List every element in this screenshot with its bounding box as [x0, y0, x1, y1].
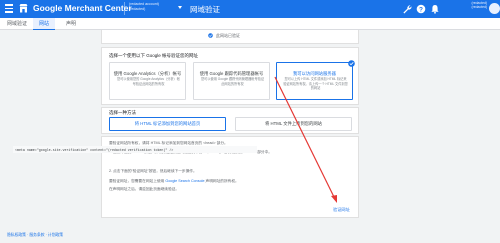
- search-console-link[interactable]: Google Search Console: [165, 179, 204, 183]
- verification-meta-tag[interactable]: <meta name="google-site-verification" co…: [13, 146, 257, 153]
- top-app-bar: Google Merchant Center (redacted account…: [0, 0, 500, 18]
- help-icon[interactable]: ?: [416, 4, 426, 14]
- meta-tag-code: <meta name="google-site-verification" co…: [15, 147, 174, 152]
- user-email: (redacted): [471, 5, 487, 10]
- instructions-step2: 2. 点击下面的“验证网址”按钮，然后继续下一步操作。: [109, 169, 197, 173]
- merchant-center-logo-icon: [19, 4, 28, 13]
- user-info[interactable]: (redacted) (redacted): [443, 1, 487, 17]
- method-choice-card: 选择一种方法 将 HTML 标记添加到您的网站首页 将 HTML 文件上传到您的…: [101, 107, 359, 134]
- option-description: 您可以使用 Google 跟踪代码管理器帐号验证此网站的所有权: [200, 77, 265, 86]
- account-caret-icon[interactable]: [178, 6, 182, 9]
- method-choice-title: 选择一种方法: [109, 110, 136, 115]
- hamburger-menu-icon[interactable]: [5, 4, 13, 13]
- tab-claim[interactable]: 声明: [60, 18, 82, 30]
- account-switcher[interactable]: (redacted account) (redacted): [124, 2, 176, 15]
- avatar[interactable]: [489, 3, 500, 14]
- note1-prefix: 要验证网址，您需要在网站上使用: [109, 179, 166, 183]
- notifications-icon[interactable]: [430, 4, 440, 14]
- option-google-analytics[interactable]: 使用 Google Analytics（分析）帐号 您可以使用您的 Google…: [109, 62, 186, 100]
- tab-bar: 网域验证 网站 声明: [0, 18, 500, 30]
- instructions-note1: 要验证网址，您需要在网站上使用 Google Search Console 声明…: [109, 179, 239, 184]
- account-id: (redacted): [129, 6, 146, 11]
- instructions-note2: 在声明网址之后，请返回此页面继续验证。: [109, 187, 180, 191]
- option-description: 您可以上传 HTML 文件或添加 HTML 标记来验证网站所有权。请上传一个 H…: [283, 77, 348, 90]
- option-tag-manager[interactable]: 使用 Google 跟踪代码管理器帐号 您可以使用 Google 跟踪代码管理器…: [193, 62, 270, 100]
- selected-check-icon: [348, 60, 355, 67]
- tab-domain-verification[interactable]: 网域验证: [2, 18, 32, 30]
- verification-methods-card: 选择一个使用以下 Google 帐号验证您的网址 使用 Google Analy…: [101, 47, 359, 105]
- verification-status-card: 此网站已验证: [101, 30, 359, 44]
- verified-note: 此网站已验证: [216, 33, 240, 38]
- option-description: 您可以使用您的 Google Analytics（分析）帐号验证此网站的所有权: [117, 77, 180, 86]
- verify-url-button[interactable]: 验证网址: [333, 207, 350, 213]
- methods-title: 选择一个使用以下 Google 帐号验证您的网址: [109, 53, 199, 58]
- check-circle-icon: [208, 33, 213, 38]
- option-server-access[interactable]: 我可以访问网站服务器 您可以上传 HTML 文件或添加 HTML 标记来验证网站…: [276, 60, 355, 100]
- wrench-icon[interactable]: [402, 4, 412, 14]
- note1-suffix: 声明网址的所有权。: [204, 179, 239, 183]
- product-name: Google Merchant Center: [33, 3, 132, 13]
- svg-text:?: ?: [419, 6, 423, 13]
- choice-html-file[interactable]: 将 HTML 文件上传到您的网站: [235, 117, 352, 131]
- tab-website[interactable]: 网站: [33, 18, 55, 30]
- footer-links[interactable]: 隐私权政策 · 服务条款 · 计划政策: [7, 233, 63, 238]
- choice-html-tag[interactable]: 将 HTML 标记添加到您的网站首页: [109, 117, 226, 131]
- page-title: 网域验证: [190, 5, 220, 14]
